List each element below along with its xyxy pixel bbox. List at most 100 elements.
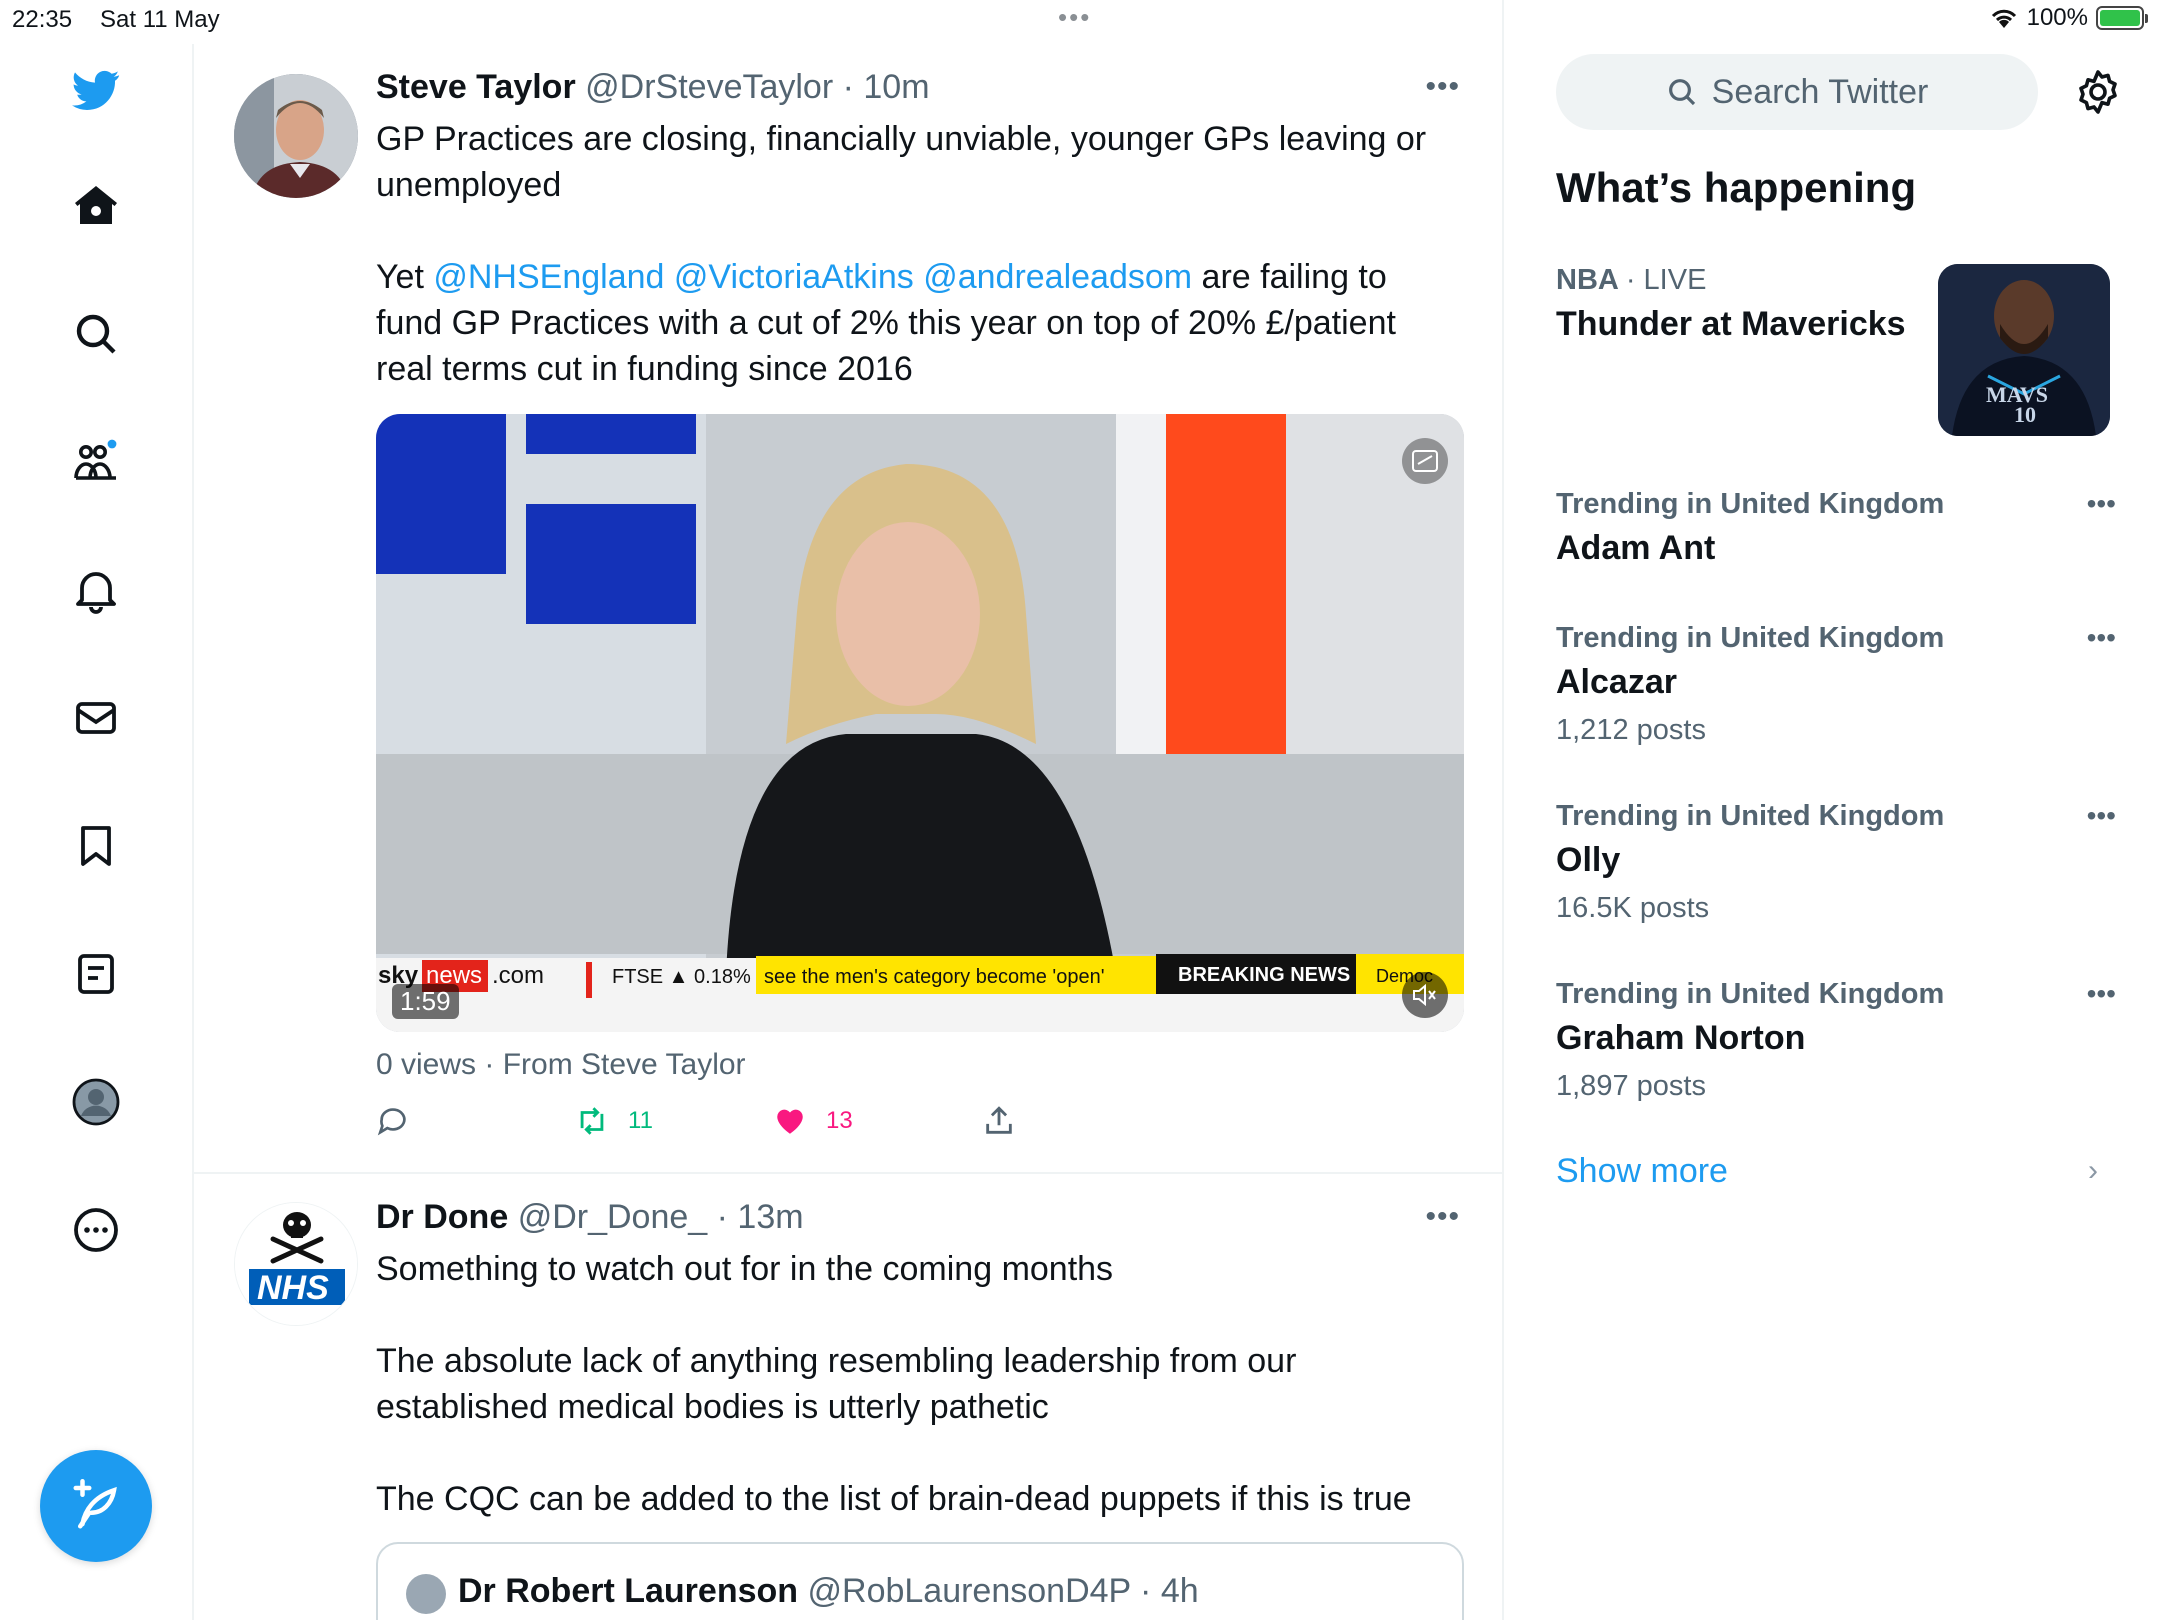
quoted-avatar (406, 1574, 446, 1614)
trend-context: Trending in United Kingdom (1556, 978, 1945, 1010)
bookmarks-icon[interactable] (70, 820, 122, 872)
trend-title: Olly (1556, 841, 1621, 879)
trend-context: NBA (1556, 264, 1618, 296)
battery-icon (2096, 6, 2148, 30)
mute-icon[interactable] (1402, 972, 1448, 1018)
multitasking-dots-icon[interactable]: ••• (1058, 2, 1091, 33)
profile-avatar-icon[interactable] (70, 1076, 122, 1128)
battery-percent: 100% (2026, 4, 2088, 31)
quoted-header: Dr Robert Laurenson @RobLaurensonD4P · 4… (458, 1572, 1199, 1610)
settings-gear-icon[interactable] (2074, 68, 2122, 116)
tweet-time[interactable]: 10m (863, 68, 929, 106)
status-right: 100% (1989, 4, 2148, 32)
ticker-dotcom: .com (492, 962, 545, 989)
retweet-count: 11 (628, 1107, 653, 1134)
retweet-button[interactable]: 11 (574, 1104, 653, 1138)
trend-item[interactable]: Trending in United Kingdom Alcazar 1,212… (1556, 622, 2116, 747)
nhs-logo-text: NHS (257, 1269, 329, 1307)
ticker-breaking: BREAKING NEWS (1178, 964, 1351, 986)
tweet-text: Something to watch out for in the coming… (376, 1246, 1456, 1568)
video-frame (376, 414, 1464, 1032)
tweet-more-icon[interactable]: ••• (1425, 70, 1460, 104)
views-text: 0 views · From Steve Taylor (376, 1048, 746, 1081)
trend-title: Graham Norton (1556, 1019, 1806, 1057)
tweet-header: Steve Taylor @DrSteveTaylor · 10m (376, 68, 930, 106)
home-icon[interactable] (70, 180, 122, 232)
tweet-header: Dr Done @Dr_Done_ · 13m (376, 1198, 804, 1236)
trend-item[interactable]: Trending in United Kingdom Adam Ant ••• (1556, 488, 2116, 568)
tweet-paragraph: GP Practices are closing, financially un… (376, 120, 1427, 204)
avatar[interactable] (234, 74, 358, 198)
whats-happening-title: What’s happening (1556, 164, 1917, 211)
captions-icon[interactable] (1402, 438, 1448, 484)
tweet[interactable]: NHS Dr Done @Dr_Done_ · 13m ••• Somethin… (194, 1174, 1502, 1620)
mention-link[interactable]: @VictoriaAtkins (674, 258, 914, 296)
trend-more-icon[interactable]: ••• (2087, 978, 2116, 1010)
mention-link[interactable]: @NHSEngland (433, 258, 664, 296)
explore-search-icon[interactable] (70, 308, 122, 360)
more-options-icon[interactable] (70, 1204, 122, 1256)
trend-title: Adam Ant (1556, 529, 1716, 567)
tweet-paragraph: The CQC can be added to the list of brai… (376, 1480, 1412, 1518)
messages-envelope-icon[interactable] (70, 692, 122, 744)
trend-more-icon[interactable]: ••• (2087, 488, 2116, 520)
tweet-paragraph: Yet @NHSEngland @VictoriaAtkins @andreal… (376, 258, 1396, 388)
reply-button[interactable] (376, 1104, 410, 1138)
trend-context: Trending in United Kingdom (1556, 488, 1945, 520)
ticker-ftse: FTSE ▲ 0.18% (612, 966, 751, 988)
quoted-author-handle: @RobLaurensonD4P (807, 1572, 1131, 1610)
share-icon (986, 1106, 1012, 1134)
status-bar: 22:35 Sat 11 May ••• 100% (0, 0, 2160, 40)
left-navigation (0, 40, 192, 1620)
trend-item[interactable]: Trending in United Kingdom Graham Norton… (1556, 978, 2116, 1103)
quoted-author-name: Dr Robert Laurenson (458, 1572, 799, 1610)
author-name[interactable]: Dr Done (376, 1198, 508, 1236)
search-placeholder: Search Twitter (1711, 72, 1929, 111)
tweet-text: GP Practices are closing, financially un… (376, 116, 1456, 438)
lists-icon[interactable] (70, 948, 122, 1000)
trend-live: LIVE (1643, 264, 1707, 296)
notifications-bell-icon[interactable] (70, 564, 122, 616)
trend-more-icon[interactable]: ••• (2087, 800, 2116, 832)
avatar[interactable]: NHS (234, 1202, 358, 1326)
tweet-more-icon[interactable]: ••• (1425, 1200, 1460, 1234)
trend-more-icon[interactable]: ••• (2087, 622, 2116, 654)
trend-count: 1,897 posts (1556, 1070, 1706, 1102)
tweet-time[interactable]: 13m (737, 1198, 803, 1236)
timeline: Steve Taylor @DrSteveTaylor · 10m ••• GP… (194, 44, 1502, 1620)
chevron-right-icon[interactable]: › (2088, 1154, 2098, 1188)
share-button[interactable] (982, 1104, 1016, 1138)
trend-count: 16.5K posts (1556, 892, 1710, 924)
author-handle[interactable]: @DrSteveTaylor (585, 68, 833, 106)
reply-icon (377, 1108, 406, 1136)
tweet-video[interactable]: sky news .com FTSE ▲ 0.18% see the men's… (376, 414, 1464, 1032)
like-button[interactable]: 13 (772, 1104, 853, 1138)
video-duration: 1:59 (392, 984, 459, 1019)
tweet-paragraph: Something to watch out for in the coming… (376, 1250, 1114, 1288)
heart-icon (777, 1109, 803, 1134)
quoted-tweet[interactable]: Dr Robert Laurenson @RobLaurensonD4P · 4… (376, 1542, 1464, 1620)
author-handle[interactable]: @Dr_Done_ (518, 1198, 708, 1236)
compose-tweet-button[interactable] (40, 1450, 152, 1562)
trend-item[interactable]: Trending in United Kingdom Olly 16.5K po… (1556, 800, 2116, 925)
ticker-headline: see the men's category become 'open' (764, 966, 1105, 988)
twitter-logo-icon[interactable] (70, 64, 122, 116)
mention-link[interactable]: @andrealeadsom (923, 258, 1192, 296)
trend-count: 1,212 posts (1556, 714, 1706, 746)
quoted-time: 4h (1160, 1572, 1199, 1610)
show-more-link[interactable]: Show more (1556, 1152, 1728, 1191)
status-time: 22:35 (12, 6, 73, 33)
tweet[interactable]: Steve Taylor @DrSteveTaylor · 10m ••• GP… (194, 44, 1502, 1174)
tweet-paragraph: The absolute lack of anything resembling… (376, 1342, 1297, 1426)
jersey-number: 10 (2014, 402, 2036, 427)
right-sidebar: Search Twitter What’s happening NBA · LI… (1504, 40, 2160, 1620)
tweet-actions: 11 13 (376, 1104, 1076, 1148)
retweet-icon (580, 1107, 604, 1135)
search-input[interactable]: Search Twitter (1556, 54, 2038, 130)
trend-title: Alcazar (1556, 663, 1677, 701)
like-count: 13 (826, 1107, 853, 1134)
author-name[interactable]: Steve Taylor (376, 68, 576, 106)
status-date: Sat 11 May (100, 6, 220, 33)
communities-icon[interactable] (70, 436, 122, 488)
trend-image[interactable]: MAVS 10 (1938, 264, 2110, 436)
